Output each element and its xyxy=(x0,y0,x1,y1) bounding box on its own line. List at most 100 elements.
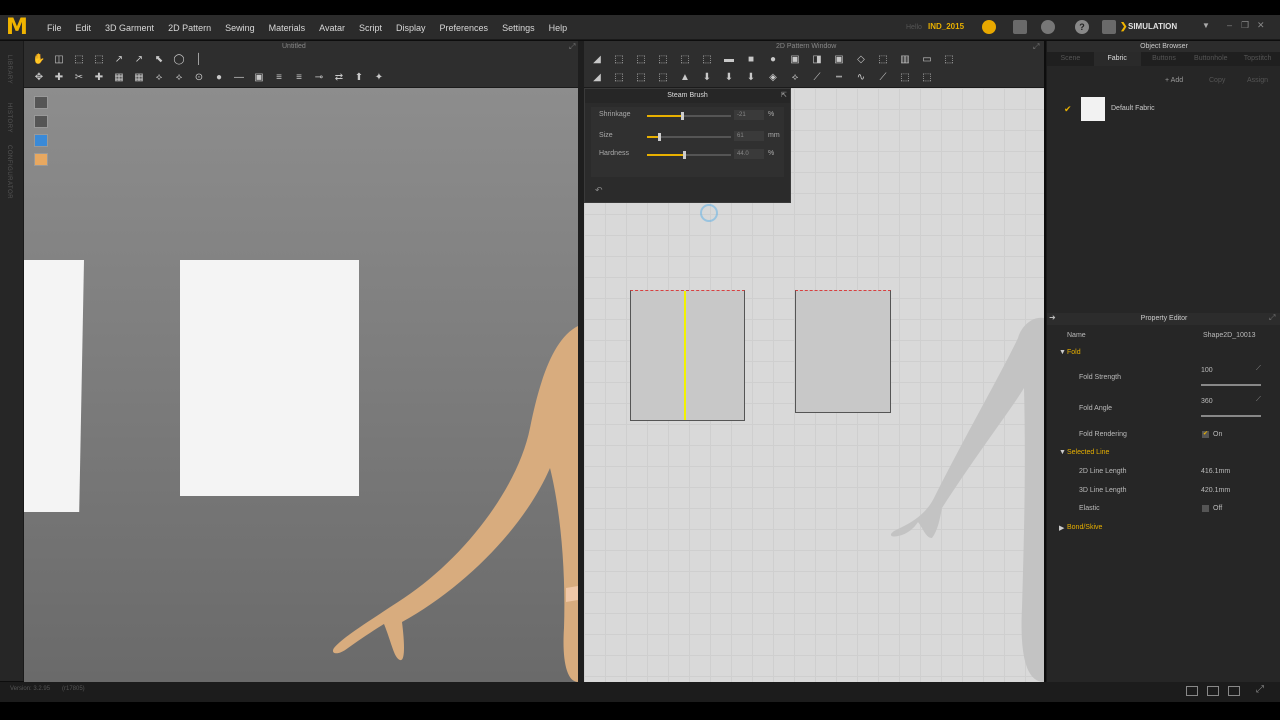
fold-angle-picker-icon[interactable]: ⟋ xyxy=(1256,396,1261,404)
help-icon[interactable]: ? xyxy=(1075,20,1089,34)
menu-settings[interactable]: Settings xyxy=(495,22,542,34)
cloud-icon[interactable] xyxy=(982,20,996,34)
fold-strength-value[interactable]: 100 xyxy=(1201,367,1213,374)
3d-tool-1-13-icon[interactable]: ≡ xyxy=(292,71,306,84)
line-2d-length-value[interactable]: 416.1mm xyxy=(1201,468,1230,475)
tab-buttons[interactable]: Buttons xyxy=(1141,52,1188,66)
fold-expand-icon[interactable]: ▼ xyxy=(1059,349,1066,356)
fabric-list-item[interactable]: ✔ Default Fabric xyxy=(1047,97,1280,123)
2d-tool-1-14-icon[interactable]: ⬚ xyxy=(898,71,912,84)
user-icon[interactable] xyxy=(1041,20,1055,34)
username[interactable]: IND_2015 xyxy=(928,22,964,31)
3d-fabric-piece-left[interactable] xyxy=(24,260,84,512)
menu-materials[interactable]: Materials xyxy=(262,22,313,34)
menu-2d-pattern[interactable]: 2D Pattern xyxy=(161,22,218,34)
menu-avatar[interactable]: Avatar xyxy=(312,22,352,34)
fold-rendering-checkbox[interactable]: ✔ xyxy=(1202,431,1209,438)
2d-tool-1-11-icon[interactable]: ┅ xyxy=(832,71,846,84)
2d-tool-0-0-icon[interactable]: ◢ xyxy=(590,53,604,66)
3d-tool-1-10-icon[interactable]: — xyxy=(232,71,246,84)
maximize-3d-icon[interactable]: ⤢ xyxy=(569,42,575,52)
speaker-icon[interactable] xyxy=(1013,20,1027,34)
layout-single-icon[interactable] xyxy=(1186,686,1198,696)
tab-fabric[interactable]: Fabric xyxy=(1093,52,1141,66)
selected-line-expand-icon[interactable]: ▼ xyxy=(1059,449,1066,456)
elastic-checkbox[interactable] xyxy=(1202,505,1209,512)
3d-tool-0-5-icon[interactable]: ↗ xyxy=(132,53,146,66)
sidebar-tab-library[interactable]: LIBRARY xyxy=(6,55,12,84)
3d-tool-1-1-icon[interactable]: ✚ xyxy=(52,71,66,84)
3d-tool-1-17-icon[interactable]: ✦ xyxy=(372,71,386,84)
2d-tool-1-8-icon[interactable]: ◈ xyxy=(766,71,780,84)
3d-tool-1-4-icon[interactable]: ▦ xyxy=(112,71,126,84)
2d-tool-1-12-icon[interactable]: ∿ xyxy=(854,71,868,84)
2d-tool-0-14-icon[interactable]: ▥ xyxy=(898,53,912,66)
2d-tool-1-5-icon[interactable]: ⬇ xyxy=(700,71,714,84)
2d-tool-0-5-icon[interactable]: ⬚ xyxy=(700,53,714,66)
steam-brush-pin-icon[interactable]: ⇱ xyxy=(781,91,787,99)
avatar-display-icon[interactable] xyxy=(34,115,48,128)
prop-name-value[interactable]: Shape2D_10013 xyxy=(1203,332,1256,339)
3d-tool-0-3-icon[interactable]: ⬚ xyxy=(92,53,106,66)
menu-3d-garment[interactable]: 3D Garment xyxy=(98,22,161,34)
3d-tool-1-12-icon[interactable]: ≡ xyxy=(272,71,286,84)
3d-tool-1-5-icon[interactable]: ▦ xyxy=(132,71,146,84)
2d-tool-1-10-icon[interactable]: ⟋ xyxy=(810,71,824,84)
avatar-view-icon[interactable] xyxy=(34,96,48,109)
shrinkage-value-input[interactable]: -21 xyxy=(734,110,764,120)
3d-tool-1-8-icon[interactable]: ⊙ xyxy=(192,71,206,84)
undo-arrow-icon[interactable]: ↶ xyxy=(595,185,603,196)
3d-viewport[interactable] xyxy=(24,88,578,682)
skin-display-icon[interactable] xyxy=(34,153,48,166)
menu-preferences[interactable]: Preferences xyxy=(433,22,496,34)
tab-buttonhole[interactable]: Buttonhole xyxy=(1187,52,1234,66)
2d-tool-1-7-icon[interactable]: ⬇ xyxy=(744,71,758,84)
maximize-property-icon[interactable]: ⤢ xyxy=(1269,313,1275,323)
3d-tool-1-16-icon[interactable]: ⬆ xyxy=(352,71,366,84)
size-slider-handle[interactable] xyxy=(657,133,661,141)
minimize-icon[interactable]: – xyxy=(1227,20,1232,30)
selected-line[interactable] xyxy=(684,291,686,420)
shrinkage-slider[interactable] xyxy=(647,112,731,120)
2d-tool-0-7-icon[interactable]: ■ xyxy=(744,53,758,66)
3d-tool-0-0-icon[interactable]: ✋ xyxy=(32,53,46,66)
restore-icon[interactable]: ❐ xyxy=(1241,20,1249,31)
3d-tool-0-4-icon[interactable]: ↗ xyxy=(112,53,126,66)
3d-tool-1-7-icon[interactable]: ⟡ xyxy=(172,71,186,84)
simulation-dropdown-icon[interactable]: ▼ xyxy=(1202,21,1210,30)
2d-tool-0-16-icon[interactable]: ⬚ xyxy=(942,53,956,66)
close-icon[interactable]: ✕ xyxy=(1257,20,1265,31)
shrinkage-slider-handle[interactable] xyxy=(681,112,685,120)
pattern-piece-2[interactable] xyxy=(795,290,891,413)
3d-tool-1-0-icon[interactable]: ✥ xyxy=(32,71,46,84)
layout-3d-icon[interactable] xyxy=(1228,686,1240,696)
fold-angle-slider[interactable] xyxy=(1201,415,1261,417)
size-value-input[interactable]: 61 xyxy=(734,131,764,141)
property-editor-arrow-icon[interactable]: ➜ xyxy=(1049,313,1056,322)
tab-topstitch[interactable]: Topstitch xyxy=(1234,52,1280,66)
2d-tool-0-8-icon[interactable]: ● xyxy=(766,53,780,66)
layout-split-icon[interactable] xyxy=(1207,686,1219,696)
2d-tool-1-3-icon[interactable]: ⬚ xyxy=(656,71,670,84)
2d-tool-0-2-icon[interactable]: ⬚ xyxy=(634,53,648,66)
2d-tool-1-1-icon[interactable]: ⬚ xyxy=(612,71,626,84)
tab-scene[interactable]: Scene xyxy=(1047,52,1094,66)
maximize-2d-icon[interactable]: ⤢ xyxy=(1033,42,1039,52)
menu-help[interactable]: Help xyxy=(542,22,575,34)
2d-tool-1-4-icon[interactable]: ▲ xyxy=(678,71,692,84)
cart-icon[interactable] xyxy=(1102,20,1116,34)
fold-strength-picker-icon[interactable]: ⟋ xyxy=(1256,365,1261,373)
2d-tool-0-9-icon[interactable]: ▣ xyxy=(788,53,802,66)
2d-tool-1-9-icon[interactable]: ⟡ xyxy=(788,71,802,84)
2d-tool-1-13-icon[interactable]: ⟋ xyxy=(876,71,890,84)
add-fabric-button[interactable]: + Add xyxy=(1165,77,1183,84)
2d-tool-0-4-icon[interactable]: ⬚ xyxy=(678,53,692,66)
bond-skive-expand-icon[interactable]: ▶ xyxy=(1059,524,1064,532)
3d-tool-1-14-icon[interactable]: ⊸ xyxy=(312,71,326,84)
sidebar-tab-configurator[interactable]: CONFIGURATOR xyxy=(6,145,12,199)
3d-tool-0-8-icon[interactable]: │ xyxy=(192,53,206,66)
2d-tool-0-1-icon[interactable]: ⬚ xyxy=(612,53,626,66)
2d-tool-1-0-icon[interactable]: ◢ xyxy=(590,71,604,84)
3d-tool-1-15-icon[interactable]: ⇄ xyxy=(332,71,346,84)
sidebar-tab-history[interactable]: HISTORY xyxy=(6,103,12,133)
